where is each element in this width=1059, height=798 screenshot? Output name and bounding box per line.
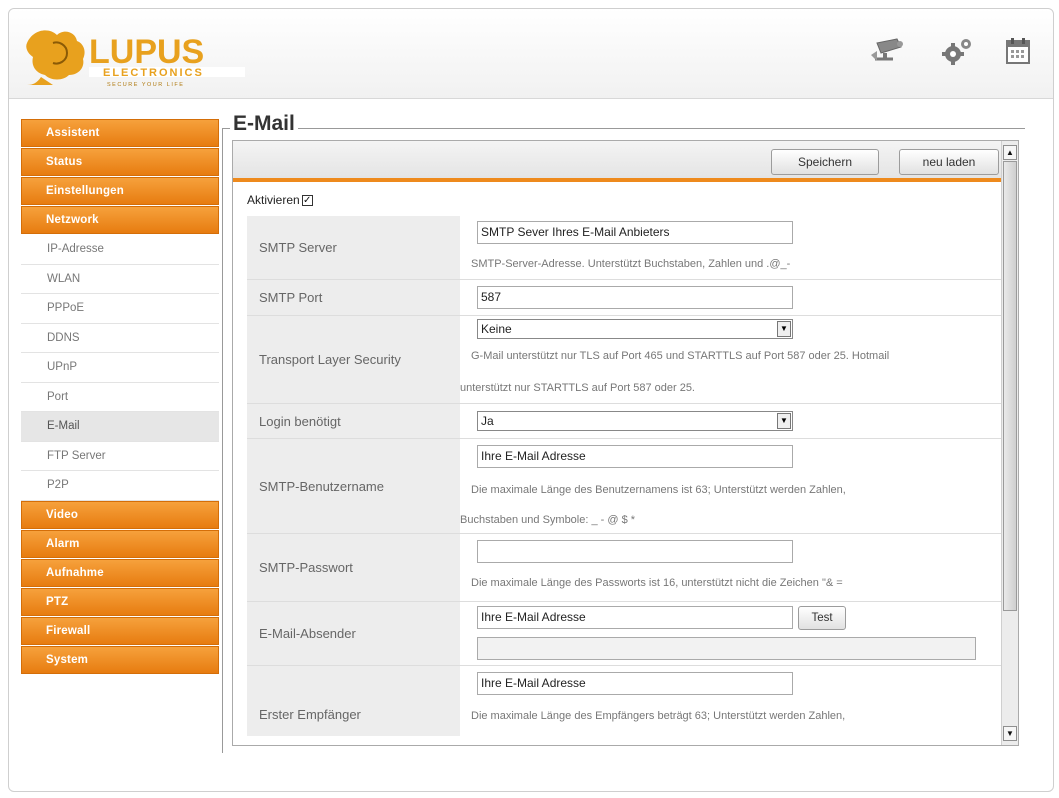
activate-row: Aktivieren ✓: [247, 193, 313, 207]
label-password: SMTP-Passwort: [247, 534, 460, 601]
sidebar-subitem-ftp-server[interactable]: FTP Server: [21, 441, 219, 471]
sidebar-item-firewall[interactable]: Firewall: [21, 616, 219, 645]
svg-text:ELECTRONICS: ELECTRONICS: [103, 67, 204, 79]
scrollbar[interactable]: ▲ ▼: [1001, 141, 1018, 745]
password-input[interactable]: [477, 540, 793, 563]
camera-icon[interactable]: [869, 37, 909, 65]
login-select[interactable]: Ja ▼: [477, 411, 793, 431]
label-login: Login benötigt: [247, 404, 460, 438]
sidebar-subitem-upnp[interactable]: UPnP: [21, 353, 219, 383]
save-button[interactable]: Speichern: [771, 149, 879, 175]
page-title-row: E-Mail: [222, 112, 1025, 753]
label-username: SMTP-Benutzername: [247, 439, 460, 533]
sidebar-subitem-port[interactable]: Port: [21, 382, 219, 412]
username-input[interactable]: Ihre E-Mail Adresse: [477, 445, 793, 468]
activate-checkbox[interactable]: ✓: [301, 194, 313, 206]
sender-input[interactable]: Ihre E-Mail Adresse: [477, 606, 793, 629]
scroll-down-arrow-icon[interactable]: ▼: [1003, 726, 1017, 741]
sidebar-item-aufnahme[interactable]: Aufnahme: [21, 558, 219, 587]
recipient-input[interactable]: Ihre E-Mail Adresse: [477, 672, 793, 695]
lupus-logo: LUPUS ELECTRONICS SECURE YOUR LIFE: [23, 21, 253, 89]
row-recipient: Erster Empfänger Ihre E-Mail Adresse Die…: [247, 666, 1001, 736]
test-button[interactable]: Test: [798, 606, 846, 630]
label-smtp-server: SMTP Server: [247, 216, 460, 279]
smtp-server-input[interactable]: SMTP Sever Ihres E-Mail Anbieters: [477, 221, 793, 244]
sidebar-subitem-wlan[interactable]: WLAN: [21, 264, 219, 294]
tls-select-value: Keine: [481, 322, 512, 336]
sidebar-subitem-p2p[interactable]: P2P: [21, 471, 219, 501]
reload-button[interactable]: neu laden: [899, 149, 999, 175]
svg-text:SECURE YOUR LIFE: SECURE YOUR LIFE: [107, 82, 184, 88]
row-tls: Transport Layer Security Keine ▼ G-Mail …: [247, 316, 1001, 404]
tls-hint-line2: unterstützt nur STARTTLS auf Port 587 od…: [460, 382, 695, 394]
header: LUPUS ELECTRONICS SECURE YOUR LIFE: [9, 9, 1053, 99]
chevron-down-icon: ▼: [777, 321, 791, 337]
svg-text:LUPUS: LUPUS: [89, 33, 204, 71]
sidebar-subitem-e-mail[interactable]: E-Mail: [21, 412, 219, 442]
sidebar-subitem-ip-adresse[interactable]: IP-Adresse: [21, 235, 219, 265]
page-title: E-Mail: [230, 112, 298, 136]
sidebar-item-video[interactable]: Video: [21, 500, 219, 529]
username-hint-line1: Die maximale Länge des Benutzernamens is…: [471, 484, 846, 496]
gears-icon[interactable]: [939, 37, 975, 65]
email-settings-panel: Speichern neu laden ▲ ▼ Aktivieren ✓ SMT…: [232, 140, 1019, 746]
sidebar: Assistent Status Einstellungen Netzwork …: [21, 119, 219, 675]
label-smtp-port: SMTP Port: [247, 280, 460, 315]
recipient-hint: Die maximale Länge des Empfängers beträg…: [471, 710, 846, 722]
scroll-up-arrow-icon[interactable]: ▲: [1003, 145, 1017, 160]
sidebar-subitem-ddns[interactable]: DDNS: [21, 323, 219, 353]
sidebar-subitem-pppoe[interactable]: PPPoE: [21, 294, 219, 324]
row-smtp-server: SMTP Server SMTP Sever Ihres E-Mail Anbi…: [247, 216, 1001, 280]
sidebar-item-system[interactable]: System: [21, 645, 219, 674]
row-sender: E-Mail-Absender Ihre E-Mail Adresse Test: [247, 602, 1001, 666]
label-sender: E-Mail-Absender: [247, 602, 460, 665]
tls-hint-line1: G-Mail unterstützt nur TLS auf Port 465 …: [471, 350, 890, 362]
sidebar-item-einstellungen[interactable]: Einstellungen: [21, 177, 219, 205]
form-rows: SMTP Server SMTP Sever Ihres E-Mail Anbi…: [247, 216, 1001, 736]
row-smtp-port: SMTP Port 587: [247, 280, 1001, 316]
activate-label: Aktivieren: [247, 193, 300, 207]
username-hint-line2: Buchstaben und Symbole: _ - @ $ *: [460, 514, 636, 526]
chevron-down-icon: ▼: [777, 413, 791, 429]
row-password: SMTP-Passwort Die maximale Länge des Pas…: [247, 534, 1001, 602]
label-recipient: Erster Empfänger: [247, 666, 460, 736]
login-select-value: Ja: [481, 414, 494, 428]
label-tls: Transport Layer Security: [247, 316, 460, 403]
sidebar-item-netzwork[interactable]: Netzwork: [21, 206, 219, 234]
row-login: Login benötigt Ja ▼: [247, 404, 1001, 439]
tls-select[interactable]: Keine ▼: [477, 319, 793, 339]
smtp-server-hint: SMTP-Server-Adresse. Unterstützt Buchsta…: [471, 258, 791, 270]
sidebar-item-status[interactable]: Status: [21, 148, 219, 176]
toolbar: Speichern neu laden: [233, 141, 1001, 182]
password-hint: Die maximale Länge des Passworts ist 16,…: [471, 577, 843, 589]
sender-status-field: [477, 637, 976, 660]
sidebar-item-ptz[interactable]: PTZ: [21, 587, 219, 616]
sidebar-item-assistent[interactable]: Assistent: [21, 119, 219, 147]
calendar-icon[interactable]: [1005, 37, 1031, 65]
row-username: SMTP-Benutzername Ihre E-Mail Adresse Di…: [247, 439, 1001, 534]
scrollbar-thumb[interactable]: [1003, 161, 1017, 611]
sidebar-item-alarm[interactable]: Alarm: [21, 529, 219, 558]
smtp-port-input[interactable]: 587: [477, 286, 793, 309]
